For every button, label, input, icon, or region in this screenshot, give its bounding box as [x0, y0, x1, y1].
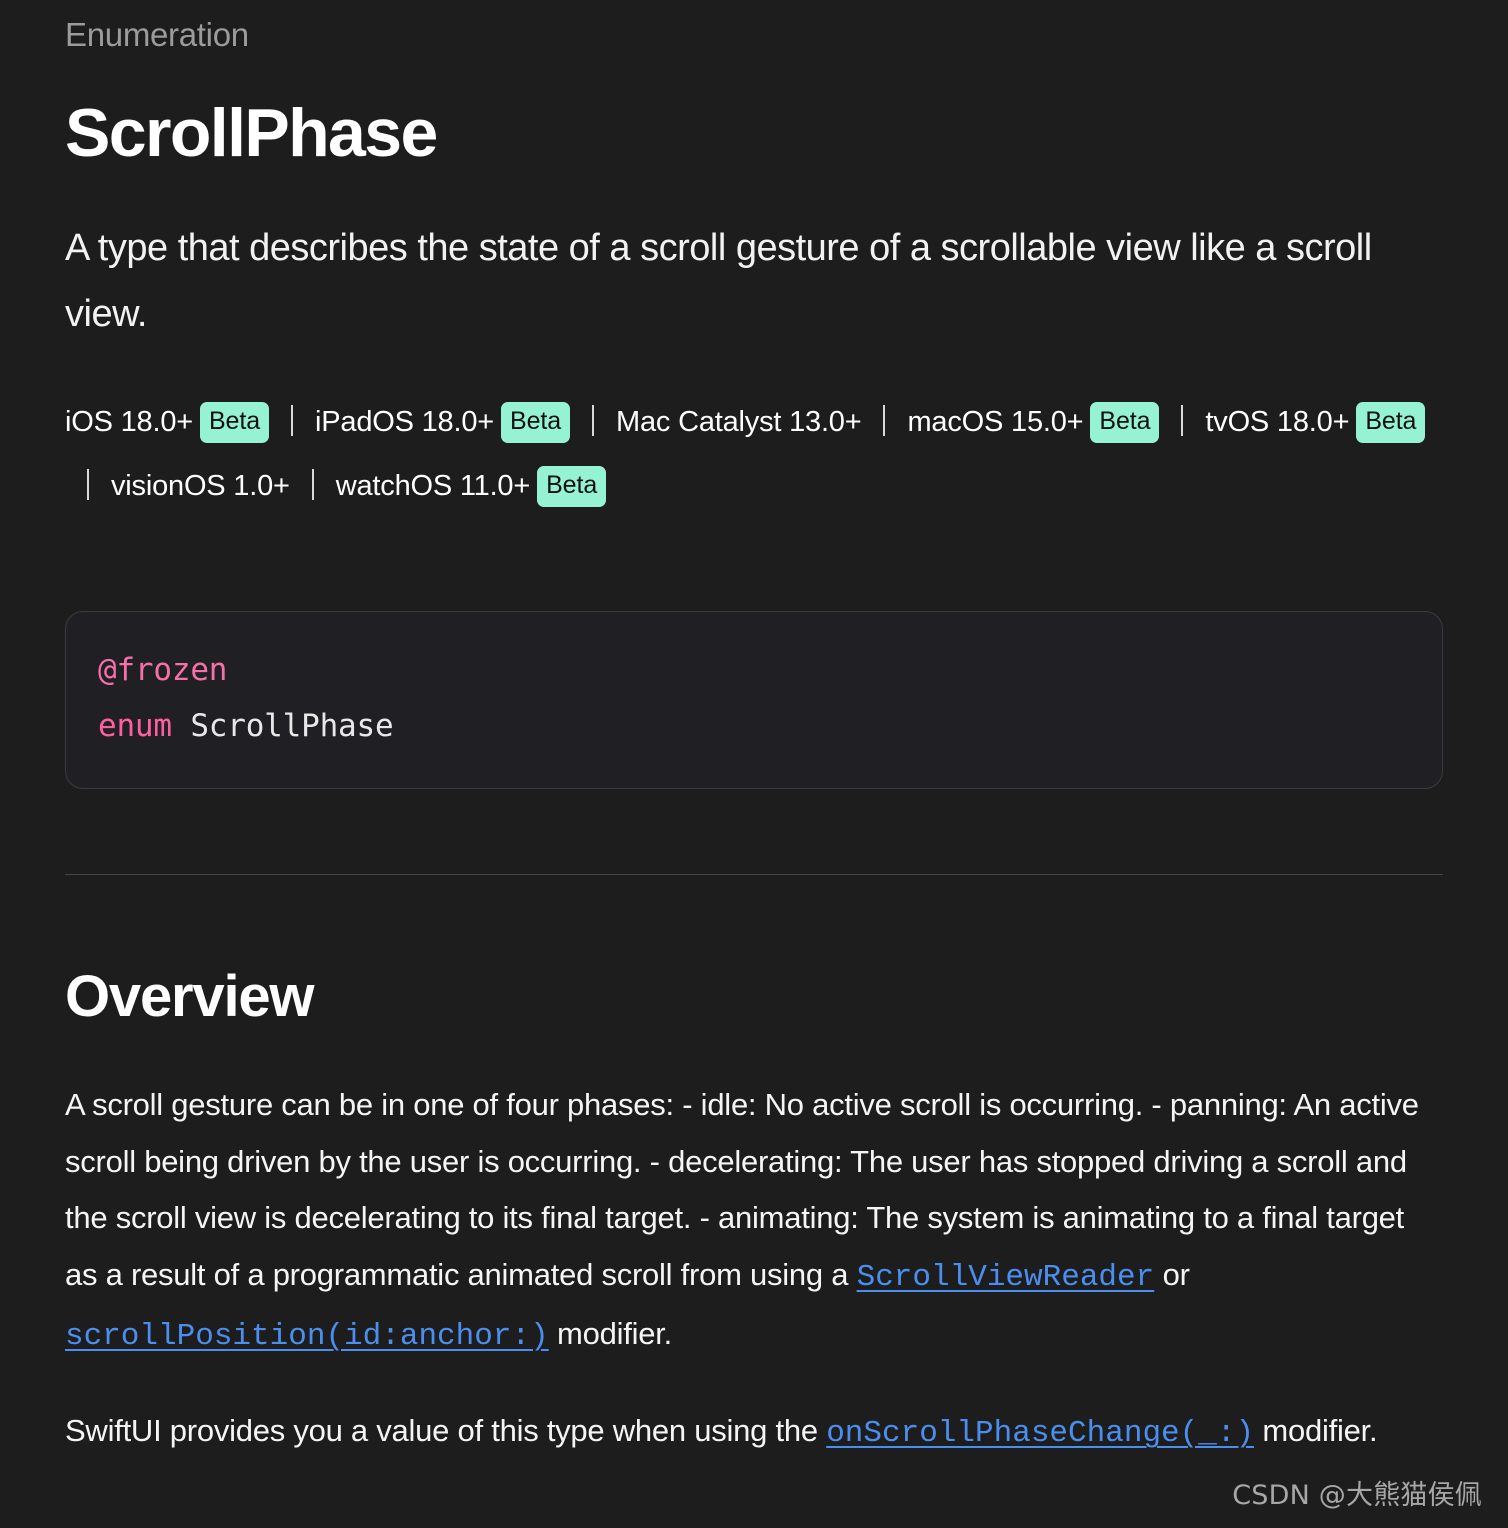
section-divider [65, 874, 1443, 876]
link-onscrollphasechange[interactable]: onScrollPhaseChange(_:) [826, 1416, 1254, 1451]
availability-separator [883, 405, 886, 436]
availability-item-visionos: visionOS 1.0+ [111, 470, 290, 502]
availability-label-macos: macOS 15.0+ [907, 406, 1084, 438]
link-scrollviewreader[interactable]: ScrollViewReader [857, 1260, 1155, 1295]
declaration-keyword: enum [98, 708, 172, 744]
availability-separator [291, 405, 294, 436]
beta-badge-tvos: Beta [1356, 402, 1426, 443]
availability-item-tvos: tvOS 18.0+ Beta [1205, 402, 1426, 443]
availability-label-tvos: tvOS 18.0+ [1205, 406, 1350, 438]
beta-badge-ipados: Beta [501, 402, 571, 443]
documentation-page: Enumeration ScrollPhase A type that desc… [0, 0, 1508, 1528]
beta-badge-macos: Beta [1090, 402, 1160, 443]
link-scrollposition[interactable]: scrollPosition(id:anchor:) [65, 1319, 549, 1354]
overview-heading: Overview [65, 964, 315, 1030]
availability-label-watchos: watchOS 11.0+ [335, 469, 531, 502]
availability-label-visionos: visionOS 1.0+ [111, 469, 290, 502]
availability-label-ios: iOS 18.0+ [65, 406, 193, 438]
declaration-code-block: @frozen enum ScrollPhase [65, 610, 1443, 790]
availability-item-macos: macOS 15.0+ Beta [907, 402, 1160, 443]
declaration-line-enum: enum ScrollPhase [98, 698, 1410, 754]
page-abstract: A type that describes the state of a scr… [65, 227, 1372, 335]
overview-p1-text-part1: A scroll gesture can be in one of four p… [65, 1087, 1419, 1292]
availability-list: iOS 18.0+ Beta iPadOS 18.0+ Beta Mac Catalys… [65, 391, 1443, 519]
csdn-watermark: CSDN @大熊猫侯佩 [1232, 1480, 1482, 1511]
availability-label-ipados: iPadOS 18.0+ [315, 406, 494, 438]
declaration-line-attribute: @frozen [98, 642, 1410, 698]
overview-paragraph-2: SwiftUI provides you a value of this typ… [65, 1403, 1443, 1462]
overview-p2-text-part2: modifier. [1254, 1413, 1378, 1449]
page-eyebrow: Enumeration [65, 16, 249, 53]
overview-paragraph-1: A scroll gesture can be in one of four p… [65, 1077, 1443, 1365]
beta-badge-watchos: Beta [537, 465, 607, 507]
availability-separator [87, 468, 89, 500]
availability-item-watchos: watchOS 11.0+ Beta [335, 465, 607, 507]
availability-separator [311, 468, 314, 500]
overview-p1-text-part3: modifier. [548, 1315, 672, 1351]
beta-badge-ios: Beta [199, 402, 270, 443]
page-title: ScrollPhase [65, 94, 438, 171]
availability-separator [592, 405, 595, 436]
availability-label-mac-catalyst: Mac Catalyst 13.0+ [616, 406, 862, 438]
availability-separator [1181, 405, 1184, 436]
availability-item-ipados: iPadOS 18.0+ Beta [315, 402, 571, 443]
overview-p2-text-part1: SwiftUI provides you a value of this typ… [65, 1413, 827, 1449]
declaration-attribute: @frozen [98, 651, 228, 688]
declaration-type-name: ScrollPhase [171, 708, 394, 744]
availability-item-ios: iOS 18.0+ Beta [65, 402, 270, 443]
overview-p1-text-part2: or [1154, 1256, 1190, 1292]
availability-item-mac-catalyst: Mac Catalyst 13.0+ [616, 406, 862, 438]
